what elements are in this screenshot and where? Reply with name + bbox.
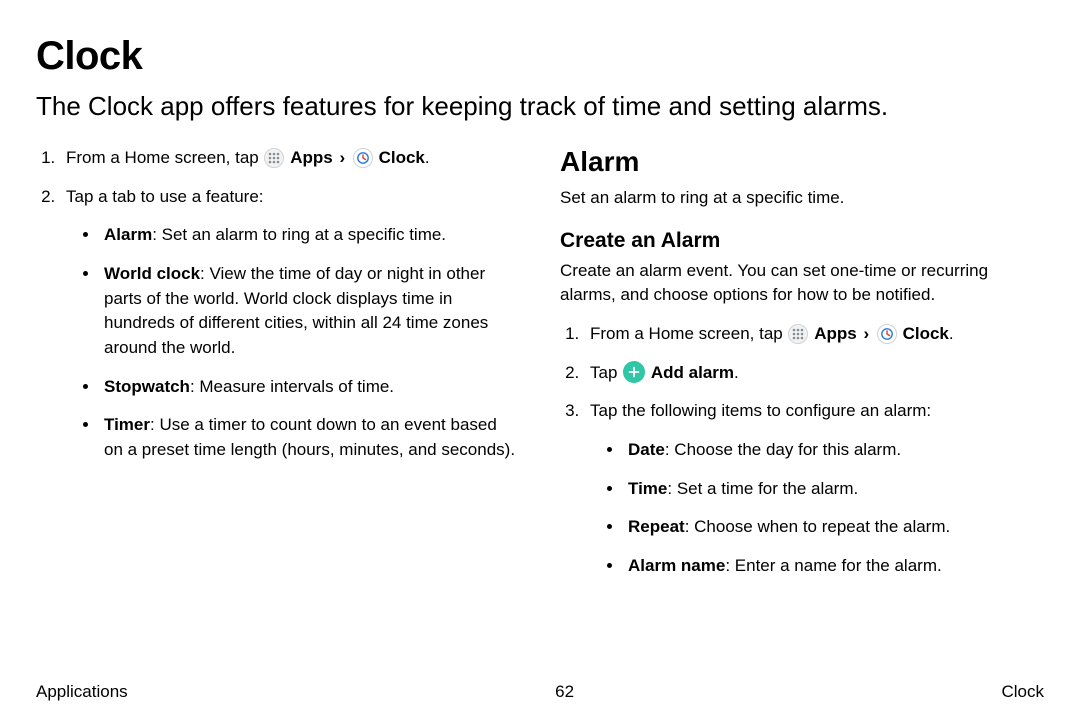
desc: : Set an alarm to ring at a specific tim… — [152, 225, 446, 244]
right-step-1: From a Home screen, tap Apps › Clock. — [584, 322, 1044, 347]
list-item: Repeat: Choose when to repeat the alarm. — [624, 515, 1044, 540]
list-item: Date: Choose the day for this alarm. — [624, 438, 1044, 463]
term: Time — [628, 479, 667, 498]
content-columns: From a Home screen, tap Apps › Clock. Ta… — [36, 146, 1044, 592]
page-title: Clock — [36, 34, 1044, 79]
step-text: Tap a tab to use a feature: — [66, 187, 264, 206]
list-item: Alarm: Set an alarm to ring at a specifi… — [100, 223, 520, 248]
left-step-2: Tap a tab to use a feature: Alarm: Set a… — [60, 185, 520, 463]
chevron-right-icon: › — [863, 322, 869, 347]
left-column: From a Home screen, tap Apps › Clock. Ta… — [36, 146, 520, 592]
term: Alarm name — [628, 556, 725, 575]
subsection-heading-create-alarm: Create an Alarm — [560, 229, 1044, 253]
clock-label: Clock — [903, 324, 949, 343]
left-steps: From a Home screen, tap Apps › Clock. Ta… — [36, 146, 520, 462]
left-step-1: From a Home screen, tap Apps › Clock. — [60, 146, 520, 171]
desc: : Use a timer to count down to an event … — [104, 415, 515, 459]
right-steps: From a Home screen, tap Apps › Clock. Ta… — [560, 322, 1044, 578]
term: Repeat — [628, 517, 685, 536]
apps-icon — [264, 148, 284, 168]
step-suffix: . — [734, 363, 739, 382]
desc: : Choose the day for this alarm. — [665, 440, 901, 459]
page-footer: Applications 62 Clock — [36, 682, 1044, 702]
list-item: Stopwatch: Measure intervals of time. — [100, 375, 520, 400]
list-item: Time: Set a time for the alarm. — [624, 477, 1044, 502]
term: Alarm — [104, 225, 152, 244]
step-text: From a Home screen, tap — [66, 148, 263, 167]
desc: : Choose when to repeat the alarm. — [685, 517, 951, 536]
right-column: Alarm Set an alarm to ring at a specific… — [560, 146, 1044, 592]
apps-label: Apps — [814, 324, 857, 343]
clock-label: Clock — [379, 148, 425, 167]
subsection-desc: Create an alarm event. You can set one-t… — [560, 259, 1044, 308]
clock-icon — [877, 324, 897, 344]
footer-left: Applications — [36, 682, 128, 702]
term: Timer — [104, 415, 150, 434]
right-step-2: Tap Add alarm. — [584, 361, 1044, 386]
left-bullets: Alarm: Set an alarm to ring at a specifi… — [66, 223, 520, 462]
term: Date — [628, 440, 665, 459]
footer-page-number: 62 — [555, 682, 574, 702]
term: World clock — [104, 264, 200, 283]
step-text: Tap the following items to configure an … — [590, 401, 931, 420]
list-item: Alarm name: Enter a name for the alarm. — [624, 554, 1044, 579]
list-item: World clock: View the time of day or nig… — [100, 262, 520, 361]
page-intro: The Clock app offers features for keepin… — [36, 89, 1044, 124]
desc: : Enter a name for the alarm. — [725, 556, 941, 575]
section-desc: Set an alarm to ring at a specific time. — [560, 186, 1044, 211]
footer-right: Clock — [1001, 682, 1044, 702]
step-suffix: . — [425, 148, 430, 167]
section-heading-alarm: Alarm — [560, 146, 1044, 178]
step-suffix: . — [949, 324, 954, 343]
add-icon — [623, 361, 645, 383]
right-step-3: Tap the following items to configure an … — [584, 399, 1044, 578]
right-bullets: Date: Choose the day for this alarm. Tim… — [590, 438, 1044, 579]
chevron-right-icon: › — [339, 146, 345, 171]
clock-icon — [353, 148, 373, 168]
desc: : Set a time for the alarm. — [667, 479, 858, 498]
add-alarm-label: Add alarm — [651, 363, 734, 382]
apps-label: Apps — [290, 148, 333, 167]
term: Stopwatch — [104, 377, 190, 396]
step-text: Tap — [590, 363, 622, 382]
list-item: Timer: Use a timer to count down to an e… — [100, 413, 520, 462]
desc: : Measure intervals of time. — [190, 377, 394, 396]
step-text: From a Home screen, tap — [590, 324, 787, 343]
apps-icon — [788, 324, 808, 344]
